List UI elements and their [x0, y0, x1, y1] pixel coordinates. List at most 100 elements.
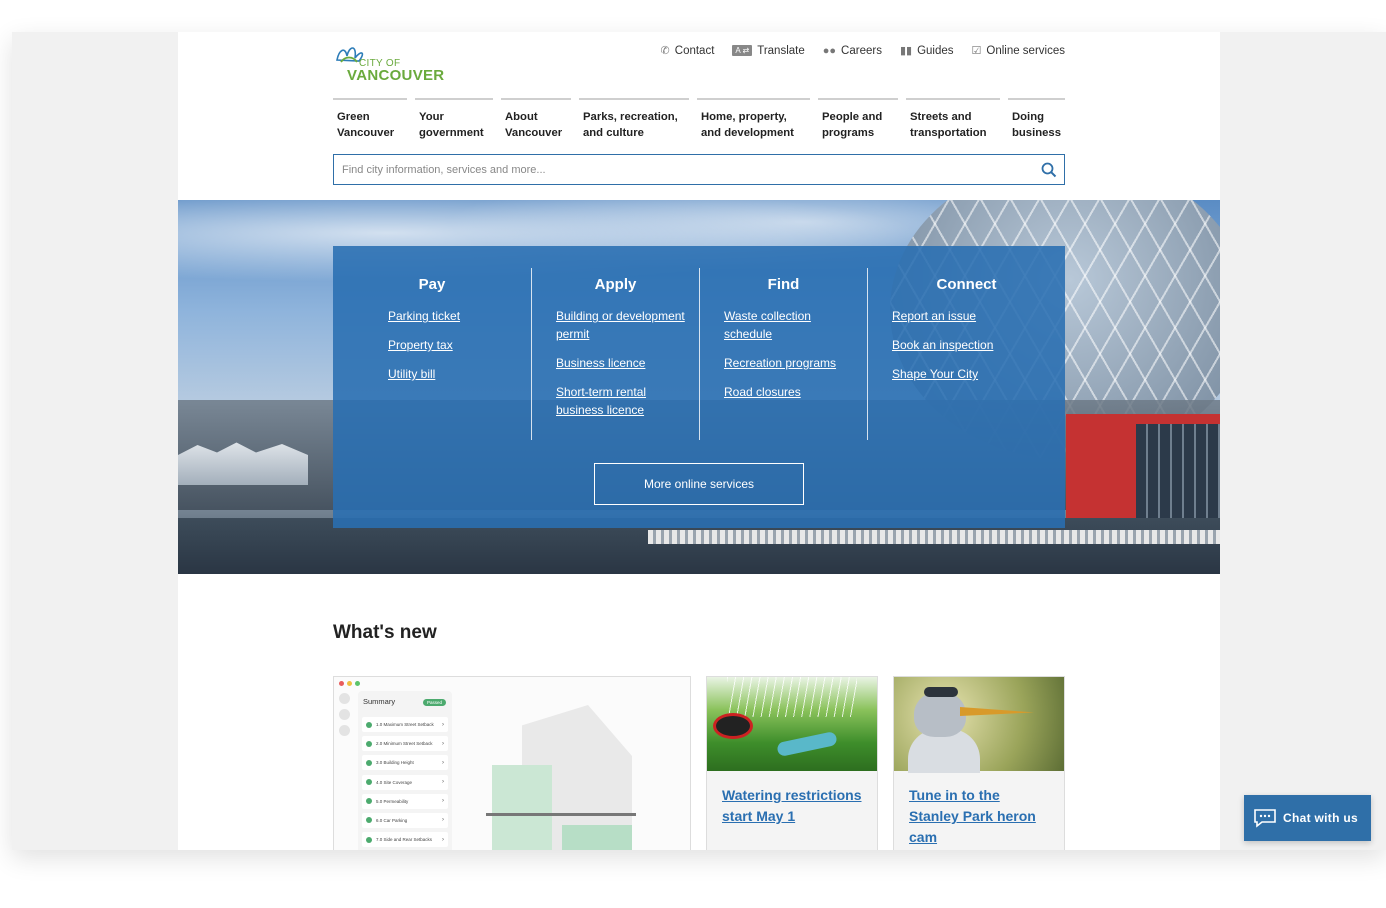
link-short-term-rental[interactable]: Short-term rental business licence — [556, 385, 646, 417]
utility-label: Guides — [917, 44, 954, 57]
nav-item-streets-transportation[interactable]: Streets and transportation — [906, 98, 1000, 141]
chevron-right-icon: › — [442, 759, 444, 766]
utility-translate[interactable]: A ⇄ Translate — [732, 44, 805, 57]
nav-label-line2: Vancouver — [337, 127, 395, 139]
summary-row: 7.0 Side and Rear Setbacks › — [362, 832, 448, 848]
check-icon — [366, 798, 372, 805]
chat-button[interactable]: Chat with us — [1244, 795, 1371, 841]
summary-row-label: 3.0 Building Height — [376, 760, 414, 766]
checkbox-icon: ☑ — [971, 45, 982, 57]
nav-label-line1: About — [505, 111, 538, 123]
search-button[interactable] — [1034, 162, 1064, 178]
feature-card[interactable]: Summary Passed 1.0 Maximum Street Setbac… — [333, 676, 691, 850]
news-card-heron[interactable]: Tune in to the Stanley Park heron cam — [893, 676, 1065, 850]
utility-contact[interactable]: ✆ Contact — [660, 44, 715, 58]
chevron-right-icon: › — [442, 740, 444, 747]
link-property-tax[interactable]: Property tax — [388, 338, 453, 352]
utility-label: Contact — [674, 44, 715, 57]
search-icon — [1041, 162, 1057, 177]
link-road-closures[interactable]: Road closures — [724, 385, 801, 399]
link-recreation-programs[interactable]: Recreation programs — [724, 356, 836, 370]
hero-pier — [648, 530, 1220, 544]
nav-item-your-government[interactable]: Your government — [415, 98, 493, 141]
nav-item-parks-recreation[interactable]: Parks, recreation, and culture — [579, 98, 689, 141]
summary-row-label: 5.0 Permeability — [376, 798, 409, 804]
page: CITY OF VANCOUVER ✆ Contact A ⇄ Translat… — [178, 32, 1220, 850]
whats-new-heading: What's new — [333, 622, 437, 643]
link-building-permit[interactable]: Building or development permit — [556, 309, 685, 341]
column-title: Find — [767, 276, 800, 293]
chevron-right-icon: › — [442, 817, 444, 824]
search-input[interactable] — [334, 155, 1034, 184]
nav-item-about-vancouver[interactable]: About Vancouver — [501, 98, 571, 141]
building-windows — [1136, 424, 1220, 524]
summary-row-label: 4.0 Site Coverage — [376, 779, 413, 785]
summary-row: 5.0 Permeability › — [362, 793, 448, 809]
link-parking-ticket[interactable]: Parking ticket — [388, 309, 460, 323]
check-icon — [366, 759, 372, 766]
house-illustration — [486, 705, 642, 850]
sprinkler-image — [707, 677, 877, 771]
utility-label: Translate — [757, 44, 805, 57]
summary-row: 4.0 Site Coverage › — [362, 774, 448, 790]
summary-badge: Passed — [422, 699, 446, 706]
link-business-licence[interactable]: Business licence — [556, 356, 645, 370]
search-bar — [333, 154, 1065, 185]
chat-label: Chat with us — [1283, 811, 1358, 825]
chevron-right-icon: › — [442, 798, 444, 805]
utility-label: Online services — [986, 44, 1065, 57]
nav-item-doing-business[interactable]: Doing business — [1008, 98, 1065, 141]
nav-item-people-programs[interactable]: People and programs — [818, 98, 898, 141]
news-card-watering[interactable]: Watering restrictions start May 1 — [706, 676, 878, 850]
logo-text-large: VANCOUVER — [347, 67, 445, 84]
nav-label-line1: Doing — [1012, 111, 1044, 123]
summary-row-label: 2.0 Minimum Street Setback — [376, 741, 433, 747]
side-dots — [339, 693, 350, 736]
nav-item-green-vancouver[interactable]: Green Vancouver — [333, 98, 407, 141]
book-icon: ▮▮ — [899, 45, 913, 57]
chevron-right-icon: › — [442, 779, 444, 786]
summary-row-label: 6.0 Car Parking — [376, 817, 408, 823]
phone-icon: ✆ — [660, 45, 670, 57]
link-report-issue[interactable]: Report an issue — [892, 309, 976, 323]
link-shape-your-city[interactable]: Shape Your City — [892, 367, 978, 381]
column-pay: Pay Parking ticket Property tax Utility … — [333, 268, 531, 440]
link-utility-bill[interactable]: Utility bill — [388, 367, 435, 381]
hero-banner: Pay Parking ticket Property tax Utility … — [178, 200, 1220, 574]
check-icon — [366, 721, 372, 728]
column-find: Find Waste collection schedule Recreatio… — [699, 268, 867, 440]
people-icon: ●● — [822, 44, 837, 57]
chevron-right-icon: › — [442, 836, 444, 843]
nav-item-home-property[interactable]: Home, property, and development — [697, 98, 810, 141]
link-book-inspection[interactable]: Book an inspection — [892, 338, 993, 352]
column-title: Apply — [594, 276, 637, 293]
nav-label-line2: business — [1012, 127, 1061, 139]
main-nav: Green Vancouver Your government About Vanco… — [333, 98, 1065, 141]
window-dots — [339, 681, 360, 686]
translate-icon: A ⇄ — [732, 45, 753, 56]
summary-row: 2.0 Minimum Street Setback › — [362, 736, 448, 752]
nav-label-line2: government — [419, 127, 484, 139]
column-title: Connect — [936, 276, 997, 293]
utility-guides[interactable]: ▮▮ Guides — [899, 44, 954, 58]
news-card-link[interactable]: Tune in to the Stanley Park heron cam — [894, 771, 1064, 848]
utility-online-services[interactable]: ☑ Online services — [971, 44, 1066, 58]
quick-links-panel: Pay Parking ticket Property tax Utility … — [333, 246, 1065, 528]
column-connect: Connect Report an issue Book an inspecti… — [867, 268, 1065, 440]
nav-label-line2: programs — [822, 127, 875, 139]
summary-row-label: 7.0 Side and Rear Setbacks — [376, 837, 433, 843]
utility-careers[interactable]: ●● Careers — [823, 44, 882, 57]
news-card-link[interactable]: Watering restrictions start May 1 — [707, 771, 877, 827]
column-title: Pay — [418, 276, 446, 293]
heron-image — [894, 677, 1064, 773]
nav-label-line1: Green — [337, 111, 370, 123]
chevron-right-icon: › — [442, 721, 444, 728]
more-online-services-button[interactable]: More online services — [594, 463, 804, 505]
link-waste-collection[interactable]: Waste collection schedule — [724, 309, 811, 341]
check-icon — [366, 817, 372, 824]
check-icon — [366, 836, 372, 843]
summary-row-label: 1.0 Maximum Street Setback — [376, 722, 434, 727]
summary-row: 6.0 Car Parking › — [362, 812, 448, 828]
nav-label-line2: and development — [701, 127, 794, 139]
city-logo[interactable]: CITY OF VANCOUVER — [333, 42, 453, 88]
